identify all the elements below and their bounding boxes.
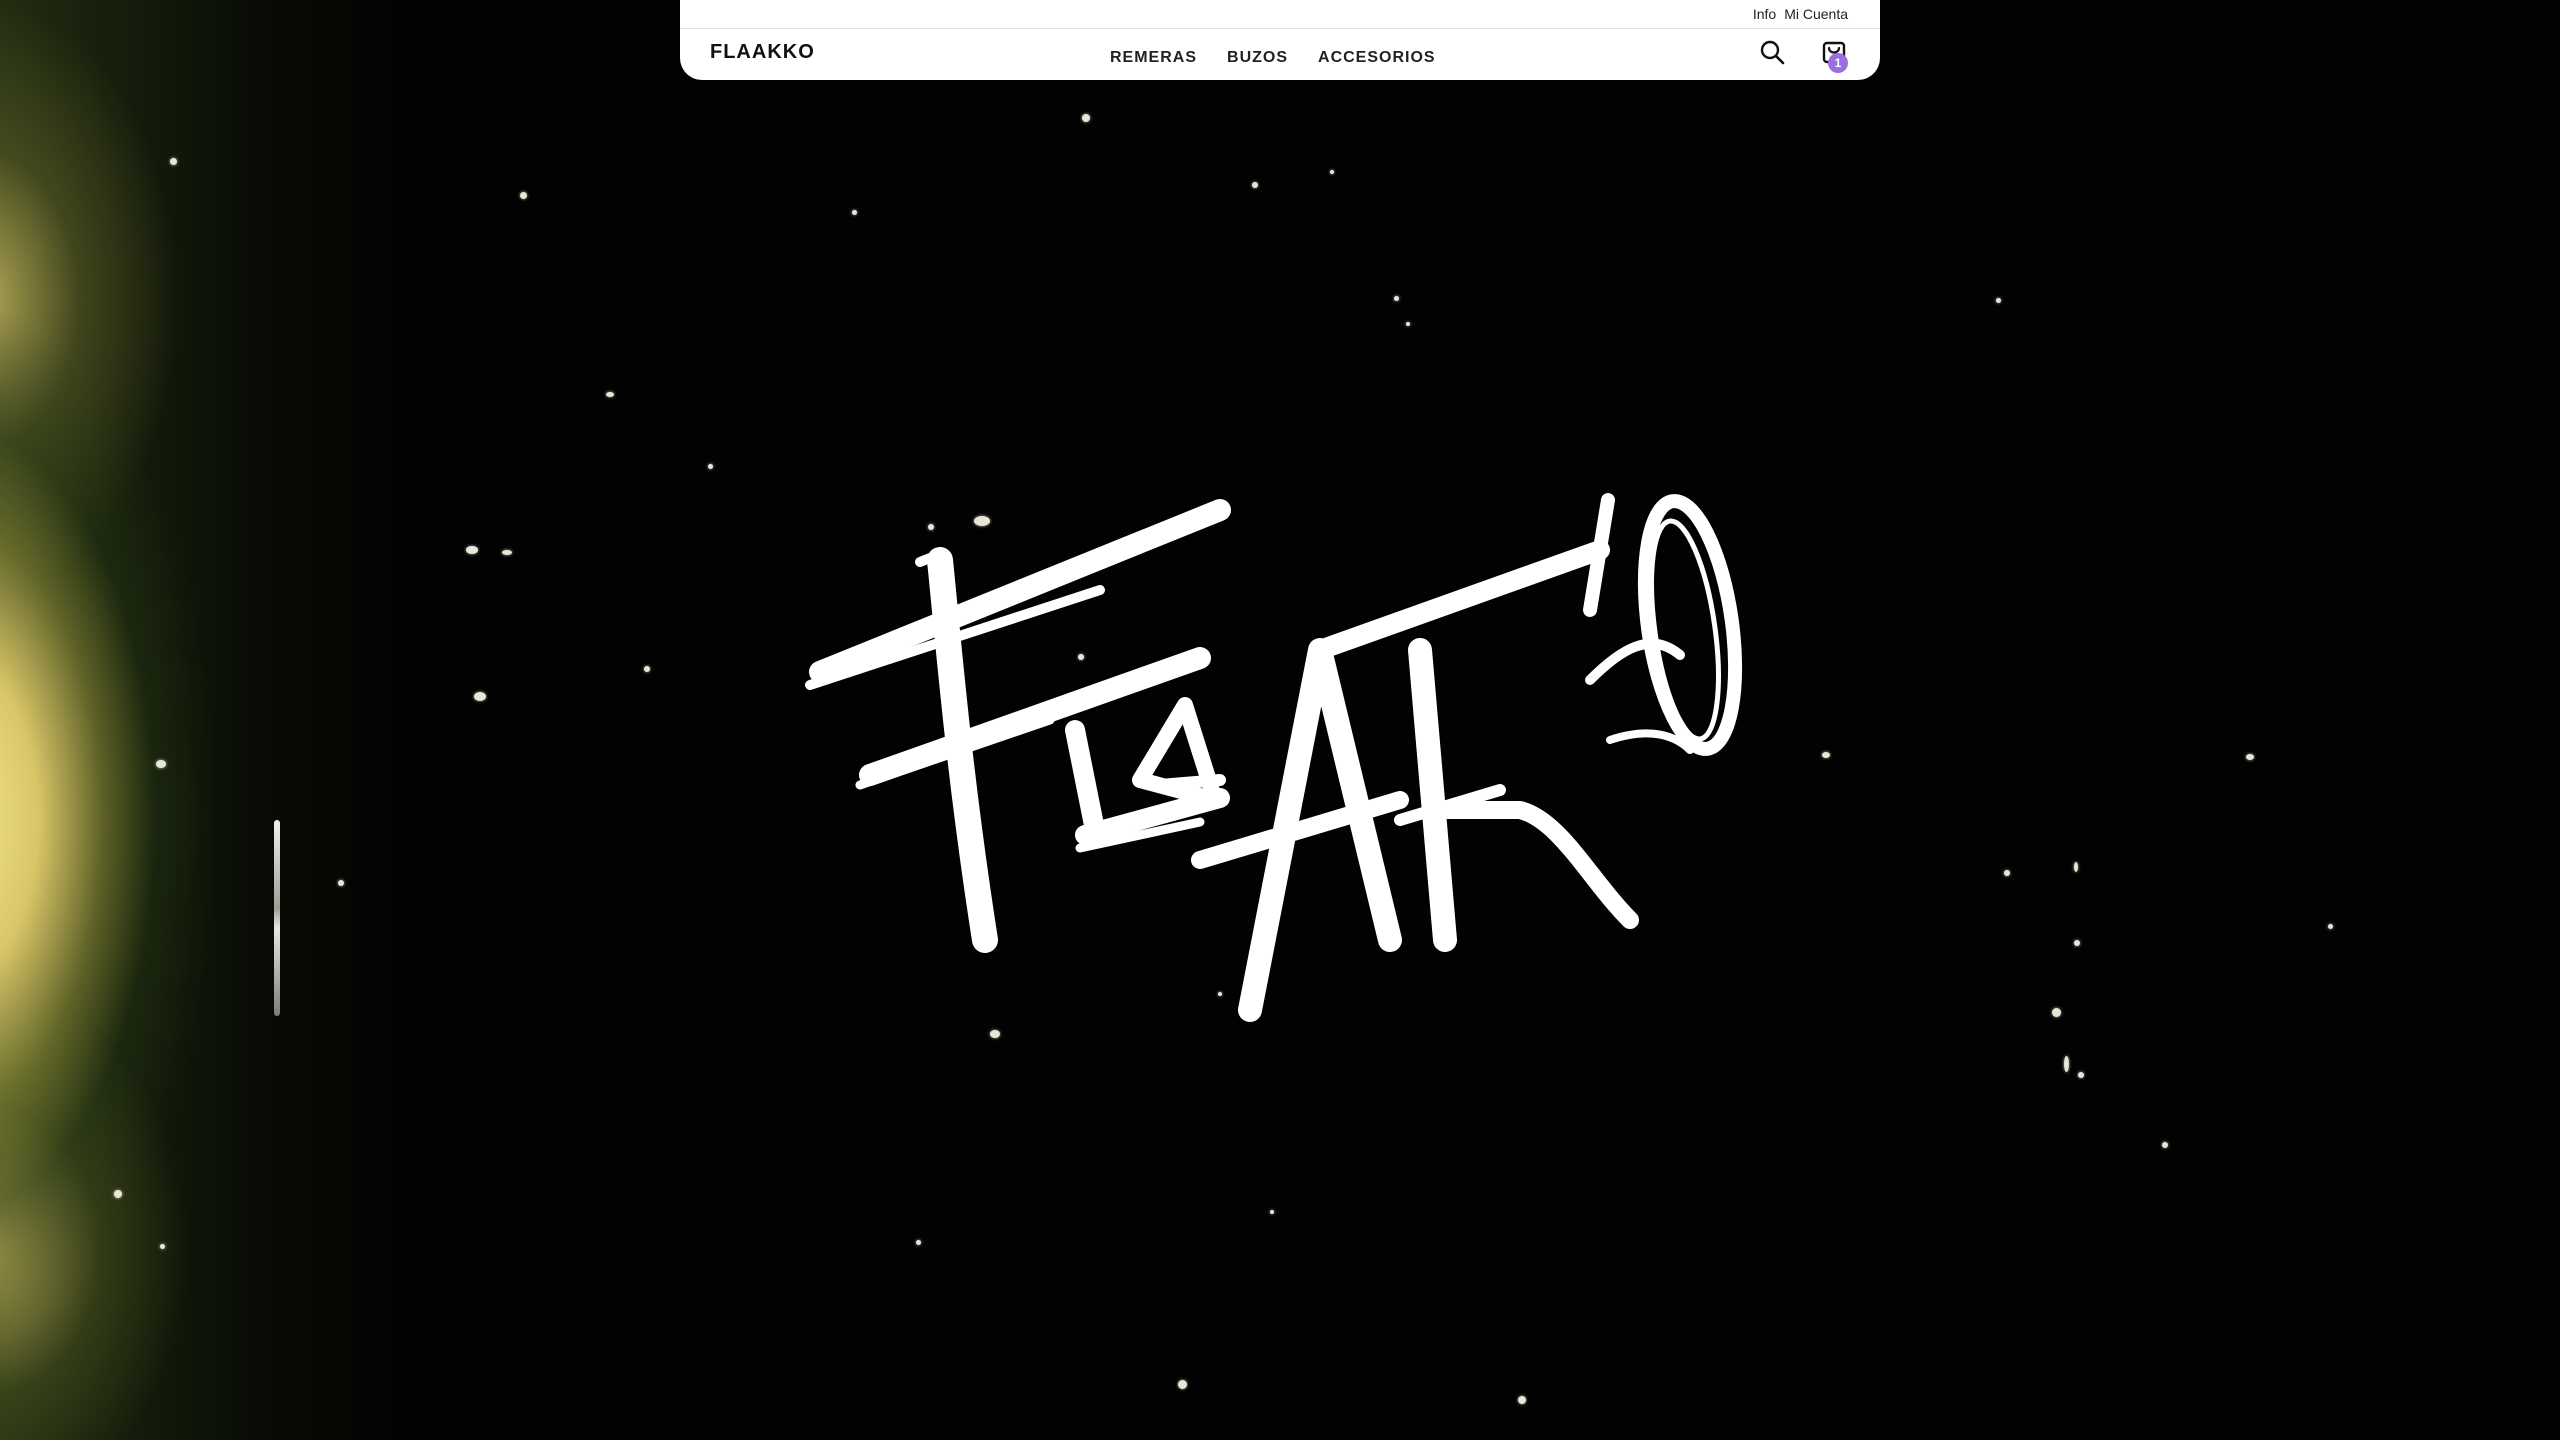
main-nav-bar: FLAAKKO REMERAS BUZOS ACCESORIOS 1 — [680, 29, 1880, 80]
film-scratch — [274, 820, 280, 1016]
cart-count-badge: 1 — [1828, 53, 1848, 73]
flaakko-logo — [800, 480, 1760, 1040]
site-header: Info Mi Cuenta FLAAKKO REMERAS BUZOS ACC… — [680, 0, 1880, 80]
nav-item-remeras[interactable]: REMERAS — [1110, 49, 1197, 67]
top-utility-bar: Info Mi Cuenta — [680, 0, 1880, 29]
primary-nav: REMERAS BUZOS ACCESORIOS — [1110, 49, 1436, 67]
info-link[interactable]: Info — [1753, 6, 1776, 22]
search-button[interactable] — [1758, 38, 1786, 66]
page: Info Mi Cuenta FLAAKKO REMERAS BUZOS ACC… — [0, 0, 2560, 1440]
my-account-link[interactable]: Mi Cuenta — [1784, 6, 1848, 22]
search-icon — [1760, 40, 1785, 65]
brand-logo-link[interactable]: FLAAKKO — [710, 41, 815, 64]
flaakko-logo-graphic — [805, 493, 1743, 1022]
nav-item-buzos[interactable]: BUZOS — [1227, 49, 1288, 67]
nav-item-accesorios[interactable]: ACCESORIOS — [1318, 49, 1436, 67]
